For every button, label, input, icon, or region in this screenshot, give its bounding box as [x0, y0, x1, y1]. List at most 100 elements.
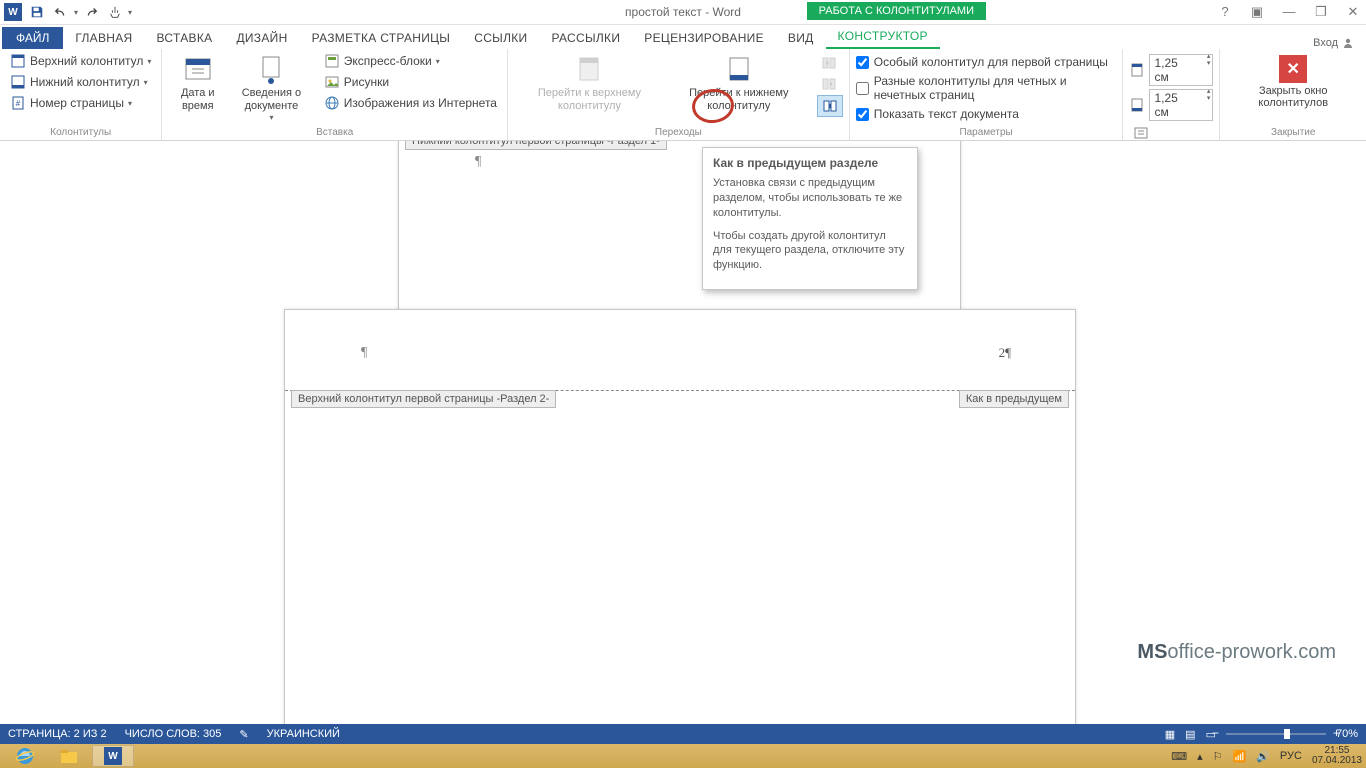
watermark-bold: MS — [1137, 641, 1167, 663]
window-controls: ? ▣ — ❐ ✕ — [1216, 4, 1362, 20]
help-icon[interactable]: ? — [1216, 4, 1234, 20]
different-first-page-checkbox[interactable]: Особый колонтитул для первой страницы — [856, 53, 1117, 71]
different-odd-even-checkbox[interactable]: Разные колонтитулы для четных и нечетных… — [856, 72, 1117, 104]
ribbon-display-icon[interactable]: ▣ — [1248, 4, 1266, 20]
word-app-icon: W — [4, 3, 22, 21]
tab-insert[interactable]: ВСТАВКА — [145, 27, 225, 49]
document-area[interactable]: — Avant tout dites-moi, comment vous a с… — [0, 141, 1366, 724]
touch-mode-icon[interactable] — [104, 1, 126, 23]
close-icon[interactable]: ✕ — [1344, 4, 1362, 20]
ribbon-tabs: ФАЙЛ ГЛАВНАЯ ВСТАВКА ДИЗАЙН РАЗМЕТКА СТР… — [0, 25, 1366, 49]
group-header-footer: Верхний колонтитул▾ Нижний колонтитул▾ #… — [0, 49, 162, 140]
group-hf-label: Колонтитулы — [6, 125, 155, 140]
zoom-slider[interactable]: −+ — [1226, 733, 1326, 735]
restore-icon[interactable]: ❐ — [1312, 4, 1330, 20]
online-pictures-label: Изображения из Интернета — [344, 96, 497, 110]
watermark-rest: office-prowork.com — [1167, 641, 1336, 663]
sign-in[interactable]: Вход — [1313, 37, 1354, 49]
status-proofing-icon[interactable]: ✎ — [239, 728, 248, 741]
page-2: ¶ 2¶ Верхний колонтитул первой страницы … — [284, 309, 1076, 724]
save-icon[interactable] — [26, 1, 48, 23]
footer-bottom-value[interactable]: 1,25 см — [1149, 89, 1213, 121]
tab-review[interactable]: РЕЦЕНЗИРОВАНИЕ — [632, 27, 776, 49]
close-header-footer-button[interactable]: ✕ Закрыть окно колонтитулов — [1226, 51, 1360, 113]
tab-page-layout[interactable]: РАЗМЕТКА СТРАНИЦЫ — [300, 27, 463, 49]
group-navigation: Перейти к верхнему колонтитулу Перейти к… — [508, 49, 850, 140]
svg-text:#: # — [16, 99, 21, 108]
taskbar-ie-icon[interactable] — [4, 745, 46, 767]
redo-icon[interactable] — [80, 1, 102, 23]
tray-icon[interactable]: ▴ — [1197, 750, 1203, 763]
tab-references[interactable]: ССЫЛКИ — [462, 27, 539, 49]
view-print-layout-icon[interactable]: ▦ — [1165, 728, 1175, 741]
contextual-tab-label: РАБОТА С КОЛОНТИТУЛАМИ — [807, 2, 986, 20]
close-x-icon: ✕ — [1279, 55, 1307, 83]
header-label: Верхний колонтитул — [30, 54, 143, 68]
view-read-mode-icon[interactable]: ▤ — [1185, 728, 1195, 741]
undo-icon[interactable] — [50, 1, 72, 23]
file-tab[interactable]: ФАЙЛ — [2, 27, 63, 49]
watermark: MSoffice-prowork.com — [1137, 640, 1336, 664]
close-hf-label: Закрыть окно колонтитулов — [1236, 85, 1350, 109]
pictures-button[interactable]: Рисунки — [320, 72, 501, 92]
quick-parts-button[interactable]: Экспресс-блоки▾ — [320, 51, 501, 71]
pilcrow-icon: ¶ — [361, 345, 367, 361]
taskbar-word-icon[interactable]: W — [92, 745, 134, 767]
tooltip-text-2: Чтобы создать другой колонтитул для теку… — [713, 229, 907, 274]
group-options-label: Параметры — [856, 125, 1117, 140]
tab-design[interactable]: ДИЗАЙН — [224, 27, 299, 49]
link-to-previous-button[interactable] — [817, 95, 843, 117]
ribbon: Верхний колонтитул▾ Нижний колонтитул▾ #… — [0, 49, 1366, 141]
group-insert-label: Вставка — [168, 125, 501, 140]
date-time-label: Дата и время — [176, 87, 219, 113]
tray-language[interactable]: РУС — [1280, 750, 1302, 762]
tab-mailings[interactable]: РАССЫЛКИ — [539, 27, 632, 49]
goto-header-label: Перейти к верхнему колонтитулу — [522, 87, 657, 113]
tray-flag-icon[interactable]: ⚐ — [1213, 750, 1223, 763]
tray-sound-icon[interactable]: 🔊 — [1256, 750, 1270, 763]
tooltip-text-1: Установка связи с предыдущим разделом, ч… — [713, 176, 907, 221]
goto-footer-label: Перейти к нижнему колонтитулу — [673, 87, 805, 113]
show-document-text-label: Показать текст документа — [874, 107, 1019, 121]
footer-button[interactable]: Нижний колонтитул▾ — [6, 72, 155, 92]
minimize-icon[interactable]: — — [1280, 4, 1298, 20]
footer-from-bottom[interactable]: 1,25 см — [1129, 88, 1213, 122]
taskbar: W ⌨ ▴ ⚐ 📶 🔊 РУС 21:55 07.04.2013 — [0, 744, 1366, 768]
page-number-button[interactable]: #Номер страницы▾ — [6, 93, 155, 113]
group-insert: Дата и время Сведения о документе▾ Экспр… — [162, 49, 508, 140]
tab-home[interactable]: ГЛАВНАЯ — [63, 27, 144, 49]
goto-header-button: Перейти к верхнему колонтитулу — [514, 51, 665, 115]
undo-dropdown-icon[interactable]: ▾ — [74, 8, 78, 17]
date-time-button[interactable]: Дата и время — [168, 51, 227, 115]
tooltip-link-previous: Как в предыдущем разделе Установка связи… — [702, 147, 918, 290]
tray-date: 07.04.2013 — [1312, 756, 1362, 766]
footer-label: Нижний колонтитул — [30, 75, 140, 89]
taskbar-explorer-icon[interactable] — [48, 745, 90, 767]
goto-footer-button[interactable]: Перейти к нижнему колонтитулу — [665, 51, 813, 115]
group-position: 1,25 см 1,25 см Положение — [1123, 49, 1220, 140]
doc-info-button[interactable]: Сведения о документе▾ — [227, 51, 316, 125]
tray-keyboard-icon[interactable]: ⌨ — [1171, 750, 1187, 763]
header-button[interactable]: Верхний колонтитул▾ — [6, 51, 155, 71]
status-word-count[interactable]: ЧИСЛО СЛОВ: 305 — [125, 728, 222, 740]
tab-view[interactable]: ВИД — [776, 27, 826, 49]
header-from-top[interactable]: 1,25 см — [1129, 53, 1213, 87]
header-top-value[interactable]: 1,25 см — [1149, 54, 1213, 86]
different-first-page-label: Особый колонтитул для первой страницы — [874, 55, 1108, 69]
status-page[interactable]: СТРАНИЦА: 2 ИЗ 2 — [8, 728, 107, 740]
tray-clock[interactable]: 21:55 07.04.2013 — [1312, 746, 1362, 766]
doc-info-label: Сведения о документе — [235, 87, 308, 113]
insert-alignment-tab-button[interactable] — [1129, 123, 1213, 143]
online-pictures-button[interactable]: Изображения из Интернета — [320, 93, 501, 113]
footer-tag-section1: Нижний колонтитул первой страницы -Разде… — [405, 141, 667, 150]
group-options: Особый колонтитул для первой страницы Ра… — [850, 49, 1124, 140]
status-language[interactable]: УКРАИНСКИЙ — [267, 728, 340, 740]
next-section-button — [817, 74, 843, 94]
show-document-text-checkbox[interactable]: Показать текст документа — [856, 105, 1117, 123]
pilcrow-icon: ¶ — [475, 154, 481, 170]
tray-network-icon[interactable]: 📶 — [1233, 750, 1247, 763]
qat-dropdown-icon[interactable]: ▾ — [128, 8, 132, 17]
group-close-label: Закрытие — [1226, 125, 1360, 140]
pictures-label: Рисунки — [344, 75, 389, 89]
tab-design-hf[interactable]: КОНСТРУКТОР — [826, 25, 940, 49]
